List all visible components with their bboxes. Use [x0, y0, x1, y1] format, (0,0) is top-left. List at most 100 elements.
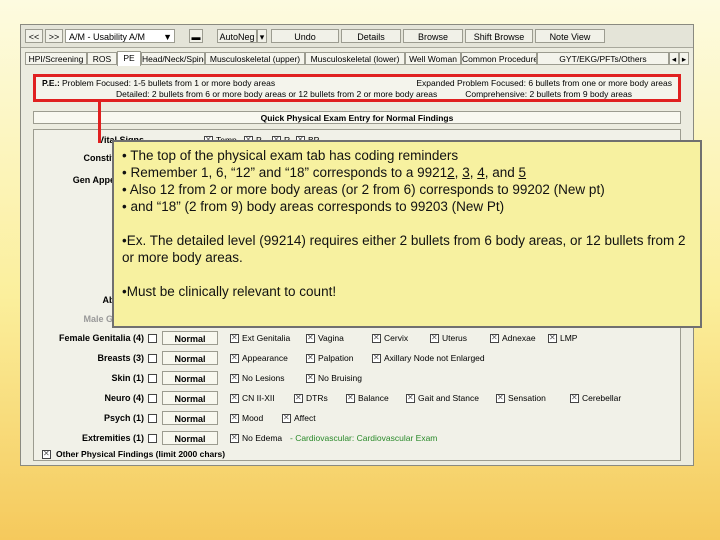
autoneg-button[interactable]: AutoNeg	[217, 29, 257, 43]
callout-line-4: • and “18” (2 from 9) body areas corresp…	[122, 199, 505, 214]
cardiovascular-link[interactable]: - Cardiovascular: Cardiovascular Exam	[290, 430, 437, 446]
template-select-value: A/M - Usability A/M	[69, 32, 146, 42]
tab-hpi[interactable]: HPI/Screening	[25, 52, 87, 65]
finding-checkbox[interactable]	[406, 393, 415, 403]
tab-ros[interactable]: ROS	[87, 52, 117, 65]
finding-label: No Lesions	[242, 373, 285, 383]
detailed-text: Detailed: 2 bullets from 6 or more body …	[116, 89, 438, 99]
finding-label: DTRs	[306, 393, 328, 403]
tab-gyt-ekg-pfts[interactable]: GYT/EKG/PFTs/Others	[537, 52, 669, 65]
code-digit-2: 2	[447, 165, 455, 180]
finding-label: Affect	[294, 413, 316, 423]
finding-label: Mood	[242, 413, 264, 423]
finding-checkbox[interactable]	[490, 333, 499, 343]
finding-checkbox[interactable]	[230, 333, 239, 343]
code-digit-4: 4	[477, 165, 485, 180]
chevron-down-icon: ▼	[163, 32, 172, 42]
finding-checkbox[interactable]	[282, 413, 291, 423]
finding-checkbox[interactable]	[306, 373, 315, 383]
toolbar: << >> A/M - Usability A/M ▼ ▬ AutoNeg ▾ …	[21, 25, 693, 48]
finding-label: Cervix	[384, 333, 409, 343]
finding-label: No Bruising	[318, 373, 362, 383]
nav-back-button[interactable]: <<	[25, 29, 43, 43]
shift-browse-button[interactable]: Shift Browse	[465, 29, 533, 43]
exam-row: Female Genitalia (4) Normal Ext Genitali…	[34, 330, 682, 346]
normal-button[interactable]: Normal	[162, 411, 218, 425]
finding-checkbox[interactable]	[430, 333, 439, 343]
finding-label: Uterus	[442, 333, 468, 343]
template-select[interactable]: A/M - Usability A/M ▼	[65, 29, 175, 43]
exam-row: Breasts (3) Normal Appearance Palpation …	[34, 350, 682, 366]
finding-label: Adnexae	[502, 333, 536, 343]
row-checkbox[interactable]	[148, 414, 157, 423]
tab-scroll-right-icon[interactable]: ▸	[679, 52, 689, 65]
normal-button[interactable]: Normal	[162, 371, 218, 385]
finding-checkbox[interactable]	[306, 353, 315, 363]
row-checkbox[interactable]	[148, 354, 157, 363]
finding-checkbox[interactable]	[346, 393, 355, 403]
finding-label: Cerebellar	[582, 393, 622, 403]
tab-scroll-left-icon[interactable]: ◂	[669, 52, 679, 65]
quick-pe-header: Quick Physical Exam Entry for Normal Fin…	[33, 111, 681, 124]
tab-musculoskeletal-upper[interactable]: Musculoskeletal (upper)	[205, 52, 305, 65]
finding-checkbox[interactable]	[306, 333, 315, 343]
finding-checkbox[interactable]	[548, 333, 557, 343]
finding-checkbox[interactable]	[230, 413, 239, 423]
row-checkbox[interactable]	[148, 374, 157, 383]
row-label: Breasts (3)	[97, 353, 144, 363]
problem-focused-text: Problem Focused: 1-5 bullets from 1 or m…	[62, 78, 276, 88]
normal-button[interactable]: Normal	[162, 391, 218, 405]
finding-checkbox[interactable]	[570, 393, 579, 403]
exam-row: Neuro (4) Normal CN II-XII DTRs Balance …	[34, 390, 682, 406]
nav-forward-button[interactable]: >>	[45, 29, 63, 43]
normal-button[interactable]: Normal	[162, 351, 218, 365]
other-findings-label: Other Physical Findings (limit 2000 char…	[56, 449, 226, 459]
tab-strip: HPI/Screening ROS PE Head/Neck/Spine Mus…	[21, 51, 693, 66]
finding-checkbox[interactable]	[294, 393, 303, 403]
browse-button[interactable]: Browse	[403, 29, 463, 43]
normal-button[interactable]: Normal	[162, 331, 218, 345]
finding-label: LMP	[560, 333, 578, 343]
pe-label: P.E.:	[42, 78, 60, 88]
autoneg-dropdown-icon[interactable]: ▾	[257, 29, 267, 43]
note-view-button[interactable]: Note View	[535, 29, 605, 43]
minus-toggle-icon[interactable]: ▬	[189, 29, 203, 43]
finding-label: Axillary Node not Enlarged	[384, 353, 485, 363]
callout-line-2-prefix: • Remember 1, 6, “12” and “18” correspon…	[122, 165, 448, 180]
row-label: Extremities (1)	[81, 433, 144, 443]
tab-musculoskeletal-lower[interactable]: Musculoskeletal (lower)	[305, 52, 405, 65]
callout-example: •Ex. The detailed level (99214) requires…	[122, 233, 686, 265]
finding-label: Appearance	[242, 353, 288, 363]
undo-button[interactable]: Undo	[271, 29, 339, 43]
row-checkbox[interactable]	[148, 334, 157, 343]
finding-label: Ext Genitalia	[242, 333, 291, 343]
finding-checkbox[interactable]	[230, 373, 239, 383]
finding-label: Sensation	[508, 393, 546, 403]
finding-checkbox[interactable]	[230, 393, 239, 403]
expanded-text: Expanded Problem Focused: 6 bullets from…	[416, 78, 672, 88]
finding-checkbox[interactable]	[230, 353, 239, 363]
details-button[interactable]: Details	[341, 29, 401, 43]
row-checkbox[interactable]	[148, 434, 157, 443]
finding-checkbox[interactable]	[496, 393, 505, 403]
row-label: Skin (1)	[111, 373, 144, 383]
normal-button[interactable]: Normal	[162, 431, 218, 445]
finding-checkbox[interactable]	[372, 353, 381, 363]
comprehensive-text: Comprehensive: 2 bullets from 9 body are…	[465, 89, 632, 99]
tab-pe[interactable]: PE	[117, 51, 141, 66]
other-findings-checkbox[interactable]	[42, 449, 51, 459]
finding-label: Gait and Stance	[418, 393, 479, 403]
callout-leader-line	[98, 101, 101, 143]
finding-label: CN II-XII	[242, 393, 275, 403]
row-label: Female Genitalia (4)	[58, 333, 144, 343]
callout-line-2: • Remember 1, 6, “12” and “18” correspon…	[122, 164, 692, 181]
callout-sep: , and	[484, 165, 519, 180]
callout-relevance: •Must be clinically relevant to count!	[122, 284, 337, 299]
exam-row: Extremities (1) Normal No Edema - Cardio…	[34, 430, 682, 446]
finding-checkbox[interactable]	[230, 433, 239, 443]
tab-head-neck-spine[interactable]: Head/Neck/Spine	[141, 52, 205, 65]
tab-common-procedures[interactable]: Common Procedures	[461, 52, 537, 65]
row-checkbox[interactable]	[148, 394, 157, 403]
tab-well-woman[interactable]: Well Woman	[405, 52, 461, 65]
finding-checkbox[interactable]	[372, 333, 381, 343]
